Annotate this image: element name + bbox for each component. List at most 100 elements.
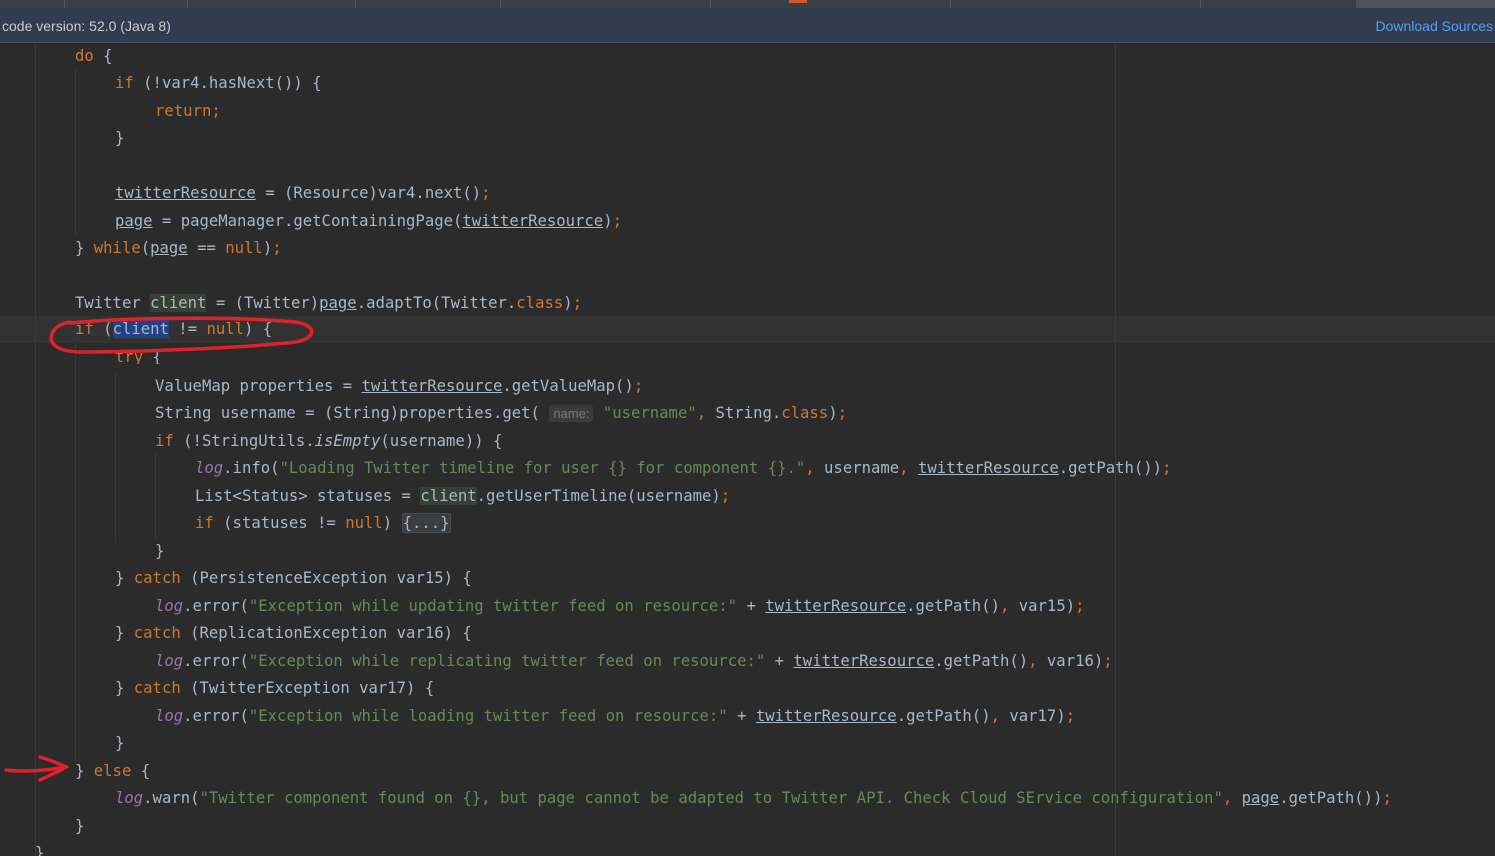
tab-divider bbox=[950, 0, 951, 8]
keyword: null bbox=[225, 239, 263, 257]
tab-divider bbox=[355, 0, 356, 8]
keyword: if bbox=[115, 74, 134, 92]
comma: , bbox=[805, 459, 815, 477]
keyword: try bbox=[115, 348, 144, 364]
semicolon: ; bbox=[272, 239, 282, 257]
string-literal: "Loading Twitter timeline for user {} fo… bbox=[279, 459, 806, 477]
semicolon: ; bbox=[633, 377, 644, 395]
keyword: null bbox=[206, 320, 245, 338]
code-line: return; bbox=[155, 98, 221, 125]
semicolon: ; bbox=[1065, 707, 1076, 725]
comma: , bbox=[1222, 789, 1233, 807]
semicolon: ; bbox=[572, 294, 583, 312]
keyword: return; bbox=[155, 102, 221, 120]
code-line: if (!StringUtils.isEmpty(username)) { bbox=[155, 432, 503, 450]
string-literal: "username" bbox=[602, 404, 697, 422]
tab-divider bbox=[710, 0, 711, 8]
code-line: Twitter client = (Twitter)page.adaptTo(T… bbox=[75, 294, 583, 312]
variable-ref[interactable]: client bbox=[420, 487, 477, 505]
comma: , bbox=[999, 597, 1010, 615]
code-line: } bbox=[115, 734, 125, 752]
semicolon: ; bbox=[1103, 652, 1113, 670]
indent-guide bbox=[75, 70, 76, 235]
code-line: String username = (String)properties.get… bbox=[155, 404, 847, 422]
keyword: do bbox=[75, 47, 94, 65]
folded-code-block[interactable]: {...} bbox=[401, 513, 451, 533]
field-ref: log bbox=[155, 652, 184, 670]
code-line: if (client != null) { bbox=[75, 320, 273, 338]
comma: , bbox=[990, 707, 1000, 725]
java-file-icon bbox=[789, 0, 807, 3]
variable-ref[interactable]: page bbox=[319, 294, 357, 312]
field-ref: log bbox=[155, 707, 184, 725]
keyword: catch bbox=[133, 569, 181, 587]
variable-ref[interactable]: twitterResource bbox=[765, 597, 906, 615]
indent-guide bbox=[35, 43, 36, 856]
keyword: if bbox=[195, 514, 214, 532]
keyword: catch bbox=[133, 679, 181, 697]
keyword: if bbox=[155, 432, 174, 450]
code-line: } bbox=[155, 542, 165, 560]
keyword: if bbox=[75, 320, 94, 338]
field-ref: log bbox=[195, 459, 224, 477]
code-line: ValueMap properties = twitterResource.ge… bbox=[155, 377, 644, 395]
variable-ref[interactable]: twitterResource bbox=[115, 184, 256, 202]
tab-divider bbox=[187, 0, 188, 8]
variable-ref[interactable]: client bbox=[150, 294, 207, 312]
code-line: do { bbox=[75, 47, 113, 65]
keyword: else bbox=[93, 762, 132, 780]
comma: , bbox=[899, 459, 909, 477]
code-line: page = pageManager.getContainingPage(twi… bbox=[115, 212, 622, 230]
field-ref: log bbox=[155, 597, 184, 615]
variable-ref[interactable]: twitterResource bbox=[462, 212, 603, 230]
semicolon: ; bbox=[837, 404, 847, 422]
code-editor[interactable]: do { if (!var4.hasNext()) { return; } tw… bbox=[0, 43, 1495, 856]
code-line: if (!var4.hasNext()) { bbox=[115, 74, 322, 92]
code-line: log.error("Exception while replicating t… bbox=[155, 652, 1113, 670]
indent-guide bbox=[75, 343, 76, 761]
semicolon: ; bbox=[612, 212, 622, 230]
download-sources-link[interactable]: Download Sources bbox=[1375, 18, 1493, 34]
indent-guide bbox=[155, 453, 156, 538]
bytecode-version-label: code version: 52.0 (Java 8) bbox=[2, 18, 171, 34]
code-line: } catch (PersistenceException var15) { bbox=[115, 569, 472, 587]
semicolon: ; bbox=[1382, 789, 1392, 807]
code-line: if (statuses != null) {...} bbox=[195, 513, 451, 533]
parameter-hint: name: bbox=[549, 405, 594, 422]
keyword: while bbox=[93, 239, 141, 257]
active-tab[interactable] bbox=[1356, 0, 1495, 8]
code-line: } catch (TwitterException var17) { bbox=[115, 679, 435, 697]
code-line: log.error("Exception while loading twitt… bbox=[155, 707, 1076, 725]
variable-ref[interactable]: page bbox=[1242, 789, 1280, 807]
code-line: log.warn("Twitter component found on {},… bbox=[115, 789, 1392, 807]
tab-divider bbox=[64, 0, 65, 8]
string-literal: "Exception while replicating twitter fee… bbox=[248, 652, 766, 670]
string-literal: "Exception while updating twitter feed o… bbox=[248, 597, 738, 615]
variable-ref[interactable]: twitterResource bbox=[756, 707, 897, 725]
editor-tab-strip bbox=[0, 0, 1495, 8]
variable-ref[interactable]: twitterResource bbox=[793, 652, 934, 670]
semicolon: ; bbox=[1075, 597, 1085, 615]
tab-divider bbox=[500, 0, 501, 8]
code-line: } bbox=[75, 817, 85, 835]
semicolon: ; bbox=[481, 184, 491, 202]
string-literal: "Twitter component found on {}, but page… bbox=[199, 789, 1223, 807]
field-ref: log bbox=[115, 789, 144, 807]
variable-ref[interactable]: twitterResource bbox=[918, 459, 1059, 477]
code-line: } bbox=[35, 844, 45, 856]
tab-divider bbox=[1200, 0, 1201, 8]
keyword: class bbox=[781, 404, 829, 422]
variable-ref[interactable]: page bbox=[150, 239, 188, 257]
code-line: } while(page == null); bbox=[75, 239, 282, 257]
variable-ref[interactable]: page bbox=[115, 212, 153, 230]
variable-ref[interactable]: twitterResource bbox=[362, 377, 503, 395]
semicolon: ; bbox=[720, 487, 731, 505]
code-line: } else { bbox=[75, 762, 151, 780]
right-margin-guide bbox=[1115, 43, 1116, 856]
semicolon: ; bbox=[1162, 459, 1172, 477]
code-line: twitterResource = (Resource)var4.next(); bbox=[115, 184, 491, 202]
selected-identifier[interactable]: client bbox=[112, 320, 169, 338]
comma: , bbox=[1028, 652, 1038, 670]
code-line: List<Status> statuses = client.getUserTi… bbox=[195, 487, 731, 505]
code-line: log.info("Loading Twitter timeline for u… bbox=[195, 459, 1172, 477]
